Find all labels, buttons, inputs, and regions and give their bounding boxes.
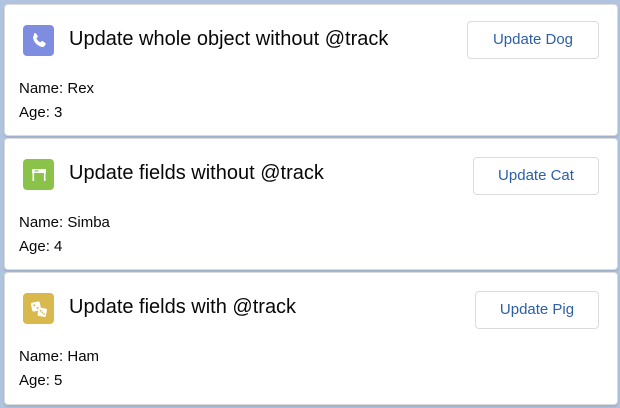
dice-icon xyxy=(23,293,54,324)
phone-icon xyxy=(23,25,54,56)
age-label: Age: xyxy=(19,372,50,389)
name-label: Name: xyxy=(19,80,64,97)
card-dog: Update whole object without @track Updat… xyxy=(4,4,618,136)
age-value: 4 xyxy=(54,238,63,255)
card-list: Update whole object without @track Updat… xyxy=(0,0,620,408)
update-dog-button[interactable]: Update Dog xyxy=(467,21,599,59)
pet-details: Name: Simba Age: 4 xyxy=(19,211,110,259)
card-cat: Update fields without @track Update Cat … xyxy=(4,138,618,270)
pet-details: Name: Ham Age: 5 xyxy=(19,345,99,393)
name-label: Name: xyxy=(19,214,64,231)
card-header: Update fields with @track Update Pig xyxy=(23,291,599,329)
update-cat-button[interactable]: Update Cat xyxy=(473,157,599,195)
name-row: Name: Ham xyxy=(19,345,99,369)
pet-details: Name: Rex Age: 3 xyxy=(19,77,94,125)
name-label: Name: xyxy=(19,348,64,365)
name-row: Name: Simba xyxy=(19,211,110,235)
age-label: Age: xyxy=(19,104,50,121)
age-value: 5 xyxy=(54,372,63,389)
age-row: Age: 5 xyxy=(19,369,99,393)
stove-icon xyxy=(23,159,54,190)
update-pig-button[interactable]: Update Pig xyxy=(475,291,599,329)
name-value: Rex xyxy=(67,80,95,97)
name-row: Name: Rex xyxy=(19,77,94,101)
age-value: 3 xyxy=(54,104,63,121)
card-title: Update fields with @track xyxy=(69,296,297,318)
card-header: Update whole object without @track Updat… xyxy=(23,21,599,59)
age-row: Age: 4 xyxy=(19,235,110,259)
age-row: Age: 3 xyxy=(19,101,94,125)
name-value: Simba xyxy=(67,214,110,231)
card-title: Update whole object without @track xyxy=(69,28,389,50)
card-title: Update fields without @track xyxy=(69,162,324,184)
card-pig: Update fields with @track Update Pig Nam… xyxy=(4,272,618,405)
age-label: Age: xyxy=(19,238,50,255)
card-header: Update fields without @track Update Cat xyxy=(23,157,599,195)
name-value: Ham xyxy=(67,348,100,365)
